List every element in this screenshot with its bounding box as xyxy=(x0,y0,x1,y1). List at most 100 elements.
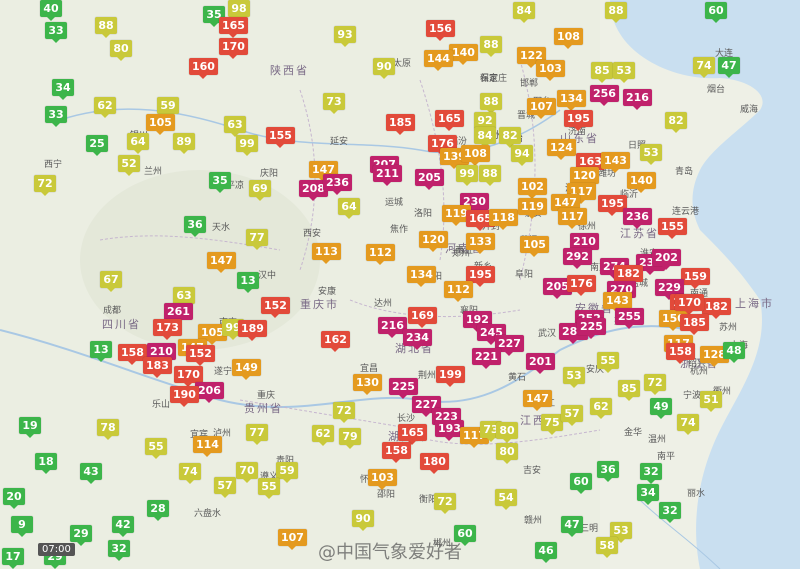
aqi-marker[interactable]: 261 xyxy=(164,303,193,324)
aqi-marker[interactable]: 182 xyxy=(702,298,731,319)
aqi-marker[interactable]: 63 xyxy=(224,116,246,137)
aqi-marker[interactable]: 80 xyxy=(496,443,518,464)
aqi-marker[interactable]: 63 xyxy=(173,287,195,308)
aqi-marker[interactable]: 53 xyxy=(613,62,635,83)
aqi-marker[interactable]: 102 xyxy=(518,178,547,199)
aqi-marker[interactable]: 59 xyxy=(157,97,179,118)
aqi-marker[interactable]: 51 xyxy=(700,391,722,412)
aqi-marker[interactable]: 88 xyxy=(480,36,502,57)
aqi-marker[interactable]: 85 xyxy=(618,380,640,401)
aqi-marker[interactable]: 176 xyxy=(567,275,596,296)
aqi-marker[interactable]: 84 xyxy=(474,127,496,148)
aqi-marker[interactable]: 32 xyxy=(659,502,681,523)
aqi-marker[interactable]: 60 xyxy=(570,473,592,494)
aqi-marker[interactable]: 140 xyxy=(627,172,656,193)
aqi-marker[interactable]: 85 xyxy=(591,62,613,83)
aqi-marker[interactable]: 53 xyxy=(640,144,662,165)
aqi-marker[interactable]: 103 xyxy=(536,60,565,81)
aqi-marker[interactable]: 225 xyxy=(389,378,418,399)
aqi-marker[interactable]: 107 xyxy=(278,529,307,550)
aqi-marker[interactable]: 112 xyxy=(444,281,473,302)
aqi-marker[interactable]: 88 xyxy=(480,93,502,114)
aqi-marker[interactable]: 118 xyxy=(489,209,518,230)
aqi-marker[interactable]: 256 xyxy=(590,85,619,106)
aqi-marker[interactable]: 108 xyxy=(461,145,490,166)
aqi-marker[interactable]: 62 xyxy=(94,97,116,118)
aqi-marker[interactable]: 221 xyxy=(472,348,501,369)
aqi-marker[interactable]: 105 xyxy=(520,236,549,257)
aqi-marker[interactable]: 70 xyxy=(236,462,258,483)
aqi-marker[interactable]: 236 xyxy=(323,174,352,195)
aqi-marker[interactable]: 99 xyxy=(456,165,478,186)
aqi-marker[interactable]: 74 xyxy=(693,57,715,78)
aqi-marker[interactable]: 130 xyxy=(353,374,382,395)
aqi-marker[interactable]: 149 xyxy=(232,359,261,380)
aqi-marker[interactable]: 67 xyxy=(100,271,122,292)
aqi-marker[interactable]: 40 xyxy=(40,0,62,21)
aqi-marker[interactable]: 292 xyxy=(563,248,592,269)
aqi-marker[interactable]: 234 xyxy=(403,329,432,350)
aqi-marker[interactable]: 13 xyxy=(237,272,259,293)
aqi-marker[interactable]: 34 xyxy=(637,484,659,505)
aqi-marker[interactable]: 36 xyxy=(597,461,619,482)
aqi-marker[interactable]: 59 xyxy=(276,462,298,483)
aqi-marker[interactable]: 205 xyxy=(415,169,444,190)
aqi-marker[interactable]: 185 xyxy=(680,314,709,335)
aqi-marker[interactable]: 18 xyxy=(35,453,57,474)
aqi-marker[interactable]: 28 xyxy=(147,500,169,521)
aqi-marker[interactable]: 170 xyxy=(675,294,704,315)
aqi-marker[interactable]: 42 xyxy=(112,516,134,537)
aqi-marker[interactable]: 124 xyxy=(547,139,576,160)
aqi-marker[interactable]: 55 xyxy=(597,352,619,373)
aqi-marker[interactable]: 165 xyxy=(398,424,427,445)
aqi-marker[interactable]: 72 xyxy=(333,402,355,423)
aqi-marker[interactable]: 72 xyxy=(34,175,56,196)
aqi-marker[interactable]: 155 xyxy=(658,218,687,239)
aqi-marker[interactable]: 103 xyxy=(368,469,397,490)
aqi-marker[interactable]: 33 xyxy=(45,22,67,43)
aqi-marker[interactable]: 93 xyxy=(334,26,356,47)
aqi-marker[interactable]: 94 xyxy=(511,145,533,166)
aqi-marker[interactable]: 225 xyxy=(577,318,606,339)
aqi-marker[interactable]: 119 xyxy=(518,198,547,219)
aqi-marker[interactable]: 216 xyxy=(623,89,652,110)
aqi-marker[interactable]: 19 xyxy=(19,417,41,438)
aqi-marker[interactable]: 60 xyxy=(705,2,727,23)
aqi-marker[interactable]: 35 xyxy=(209,172,231,193)
aqi-marker[interactable]: 88 xyxy=(479,165,501,186)
aqi-marker[interactable]: 199 xyxy=(436,366,465,387)
aqi-marker[interactable]: 48 xyxy=(723,342,745,363)
aqi-marker[interactable]: 72 xyxy=(644,374,666,395)
aqi-marker[interactable]: 155 xyxy=(266,127,295,148)
aqi-marker[interactable]: 143 xyxy=(603,292,632,313)
aqi-marker[interactable]: 156 xyxy=(426,20,455,41)
aqi-marker[interactable]: 52 xyxy=(118,155,140,176)
aqi-marker[interactable]: 107 xyxy=(527,98,556,119)
aqi-marker[interactable]: 99 xyxy=(236,135,258,156)
aqi-marker[interactable]: 120 xyxy=(570,167,599,188)
aqi-marker[interactable]: 43 xyxy=(80,463,102,484)
aqi-marker[interactable]: 89 xyxy=(173,133,195,154)
aqi-map[interactable]: 陕西省 四川省 重庆市 贵州省 湖南省 浙江省 上海市 江西省 湖北省 安徽省 … xyxy=(0,0,800,569)
aqi-marker[interactable]: 55 xyxy=(258,478,280,499)
aqi-marker[interactable]: 88 xyxy=(605,2,627,23)
aqi-marker[interactable]: 49 xyxy=(650,398,672,419)
aqi-marker[interactable]: 144 xyxy=(424,50,453,71)
aqi-marker[interactable]: 82 xyxy=(499,127,521,148)
aqi-marker[interactable]: 183 xyxy=(143,357,172,378)
aqi-marker[interactable]: 32 xyxy=(640,463,662,484)
aqi-marker[interactable]: 62 xyxy=(312,425,334,446)
aqi-marker[interactable]: 236 xyxy=(623,208,652,229)
aqi-marker[interactable]: 13 xyxy=(90,341,112,362)
aqi-marker[interactable]: 113 xyxy=(312,243,341,264)
aqi-marker[interactable]: 152 xyxy=(186,345,215,366)
aqi-marker[interactable]: 159 xyxy=(681,268,710,289)
aqi-marker[interactable]: 36 xyxy=(184,216,206,237)
aqi-marker[interactable]: 165 xyxy=(435,110,464,131)
aqi-marker[interactable]: 202 xyxy=(652,249,681,270)
aqi-marker[interactable]: 143 xyxy=(601,152,630,173)
aqi-marker[interactable]: 206 xyxy=(195,382,224,403)
aqi-marker[interactable]: 74 xyxy=(677,414,699,435)
aqi-marker[interactable]: 55 xyxy=(145,438,167,459)
aqi-marker[interactable]: 57 xyxy=(214,477,236,498)
